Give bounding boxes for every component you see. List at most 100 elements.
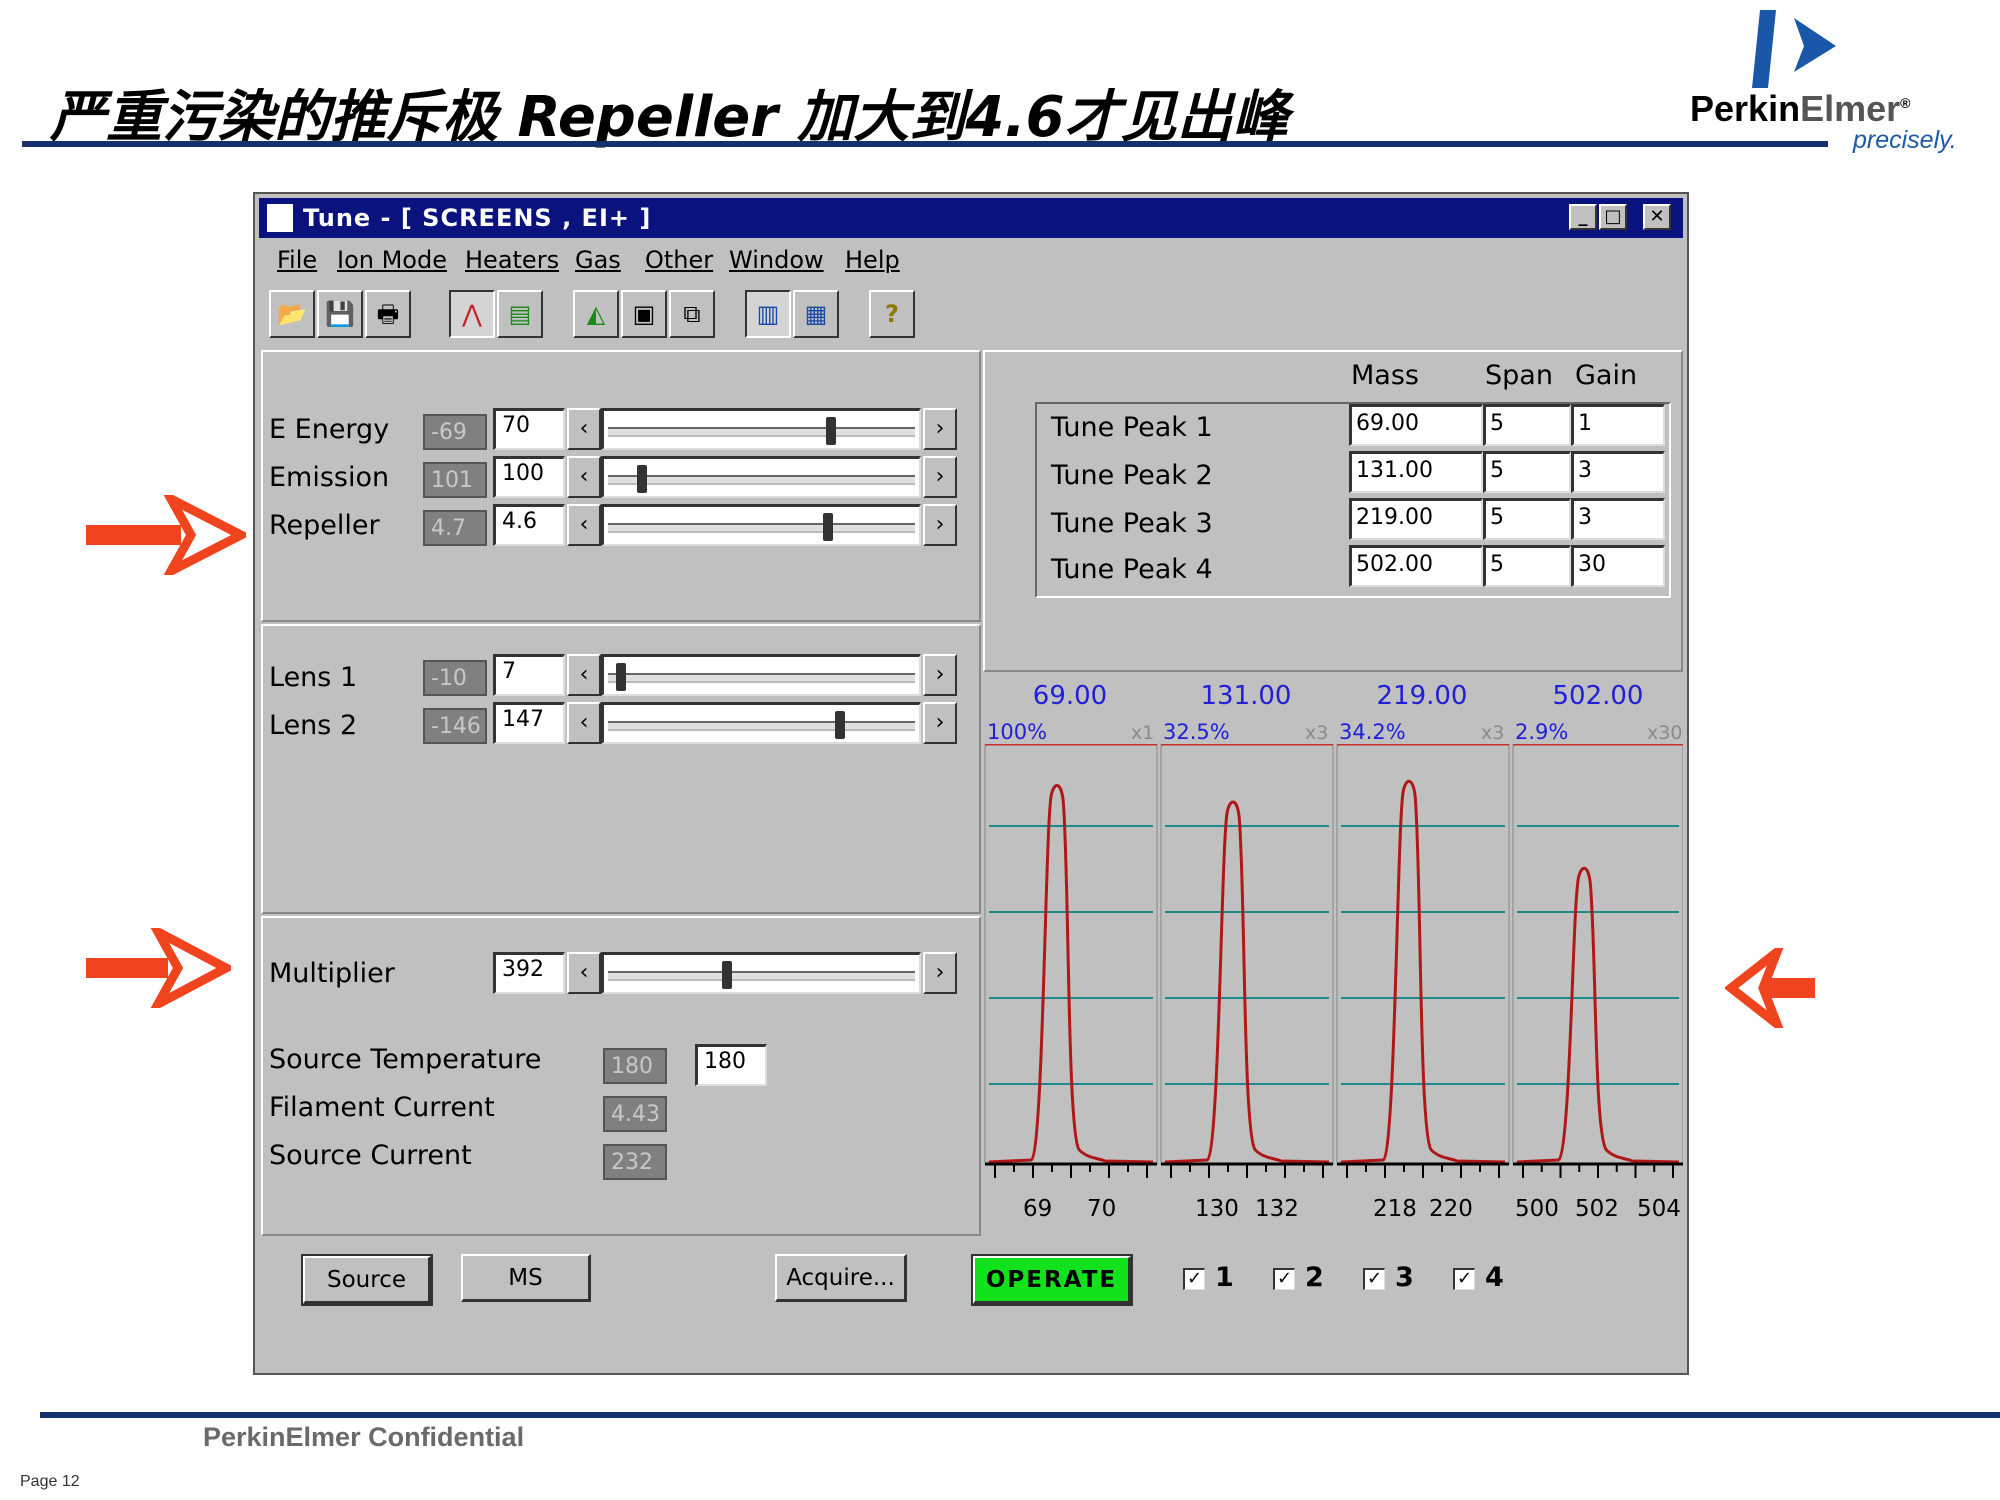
logo-tagline: precisely.: [1853, 126, 1957, 154]
minimize-button[interactable]: _: [1569, 204, 1597, 230]
emission-slider[interactable]: [601, 456, 921, 498]
multiplier-increase-button[interactable]: ›: [923, 952, 957, 994]
tune-peak-label: Tune Peak 2: [1051, 460, 1213, 491]
open-icon[interactable]: 📂: [269, 290, 315, 338]
bars-icon[interactable]: ▤: [497, 290, 543, 338]
span-input[interactable]: 5: [1483, 545, 1571, 587]
source-temperature-readback: 180: [603, 1048, 667, 1084]
lens-2-label: Lens 2: [269, 710, 358, 741]
menu-heaters[interactable]: Heaters: [465, 246, 559, 274]
mass-input[interactable]: 131.00: [1349, 451, 1483, 493]
maximize-button[interactable]: □: [1599, 204, 1627, 230]
source-temperature-input[interactable]: 180: [695, 1044, 767, 1086]
gain-input[interactable]: 1: [1571, 404, 1665, 446]
peak-2-tick-label: 132: [1255, 1196, 1299, 1222]
peak-4-multiplier: x30: [1647, 722, 1683, 744]
e-energy-input[interactable]: 70: [493, 408, 565, 450]
slider-thumb[interactable]: [823, 513, 834, 541]
scale-icon[interactable]: ▦: [793, 290, 839, 338]
emission-label: Emission: [269, 462, 390, 493]
repeller-increase-button[interactable]: ›: [923, 504, 957, 546]
ms-button[interactable]: MS: [461, 1254, 591, 1302]
peak-4-checkbox[interactable]: ✓: [1453, 1268, 1475, 1290]
lens-1-increase-button[interactable]: ›: [923, 654, 957, 696]
arrow-right-icon: [86, 928, 231, 1008]
menu-help[interactable]: Help: [845, 246, 900, 274]
emission-input[interactable]: 100: [493, 456, 565, 498]
filament-current-readback: 4.43: [603, 1096, 667, 1132]
peak-1-check-label: 1: [1215, 1262, 1234, 1293]
save-icon[interactable]: 💾: [317, 290, 363, 338]
lens-1-input[interactable]: 7: [493, 654, 565, 696]
span-input[interactable]: 5: [1483, 451, 1571, 493]
mass-input[interactable]: 69.00: [1349, 404, 1483, 446]
peak-2-checkbox[interactable]: ✓: [1273, 1268, 1295, 1290]
repeller-slider[interactable]: [601, 504, 921, 546]
mass-input[interactable]: 219.00: [1349, 498, 1483, 540]
peak-icon[interactable]: ⋀: [449, 290, 495, 338]
peak-1-mass: 69.00: [1032, 681, 1108, 711]
multiplier-input[interactable]: 392: [493, 952, 565, 994]
peak-4-tick-label: 504: [1637, 1196, 1681, 1222]
acquire-button[interactable]: Acquire...: [775, 1254, 907, 1302]
peak-1-checkbox[interactable]: ✓: [1183, 1268, 1205, 1290]
lens-1-decrease-button[interactable]: ‹: [567, 654, 601, 696]
graph-icon[interactable]: ▣: [621, 290, 667, 338]
close-button[interactable]: ✕: [1643, 204, 1671, 230]
span-input[interactable]: 5: [1483, 404, 1571, 446]
peak-4-tick-label: 500: [1515, 1196, 1559, 1222]
e-energy-slider[interactable]: [601, 408, 921, 450]
e-energy-label: E Energy: [269, 414, 390, 445]
gain-input[interactable]: 30: [1571, 545, 1665, 587]
peak-3-checkbox[interactable]: ✓: [1363, 1268, 1385, 1290]
mass-input[interactable]: 502.00: [1349, 545, 1483, 587]
multiplier-slider[interactable]: [601, 952, 921, 994]
peak-panel-bg: [1336, 744, 1510, 1165]
repeller-input[interactable]: 4.6: [493, 504, 565, 546]
lens-1-slider[interactable]: [601, 654, 921, 696]
readback-icon[interactable]: ▥: [745, 290, 791, 338]
peak-4-tick-label: 502: [1575, 1196, 1619, 1222]
lens-2-increase-button[interactable]: ›: [923, 702, 957, 744]
multiplier-label: Multiplier: [269, 958, 395, 989]
print-icon[interactable]: 🖶: [365, 290, 411, 338]
slider-thumb[interactable]: [826, 417, 837, 445]
span-input[interactable]: 5: [1483, 498, 1571, 540]
operate-button[interactable]: OPERATE: [971, 1254, 1133, 1306]
slider-thumb[interactable]: [722, 961, 733, 989]
slider-thumb[interactable]: [834, 711, 845, 739]
menu-other[interactable]: Other: [645, 246, 713, 274]
source-button[interactable]: Source: [301, 1254, 433, 1306]
menu-file[interactable]: File: [277, 246, 317, 274]
title-bar[interactable]: Tune - [ SCREENS , EI+ ] _ □ ✕: [259, 198, 1683, 238]
footer-confidential: PerkinElmer Confidential: [203, 1422, 525, 1452]
app-icon[interactable]: [267, 204, 293, 232]
source-temperature-label: Source Temperature: [269, 1044, 542, 1075]
link-icon[interactable]: ⧉: [669, 290, 715, 338]
slider-thumb[interactable]: [636, 465, 647, 493]
slider-thumb[interactable]: [615, 663, 626, 691]
menu-ion-mode[interactable]: Ion Mode: [337, 246, 447, 274]
spectrum-icon[interactable]: ◭: [573, 290, 619, 338]
menu-gas[interactable]: Gas: [575, 246, 621, 274]
emission-readback: 101: [423, 462, 487, 498]
emission-increase-button[interactable]: ›: [923, 456, 957, 498]
repeller-decrease-button[interactable]: ‹: [567, 504, 601, 546]
emission-decrease-button[interactable]: ‹: [567, 456, 601, 498]
peak-4-check-label: 4: [1485, 1262, 1504, 1293]
lens-2-readback: -146: [423, 708, 487, 744]
e-energy-increase-button[interactable]: ›: [923, 408, 957, 450]
lens-2-slider[interactable]: [601, 702, 921, 744]
gain-input[interactable]: 3: [1571, 451, 1665, 493]
e-energy-decrease-button[interactable]: ‹: [567, 408, 601, 450]
span-header: Span: [1485, 360, 1553, 391]
menu-window[interactable]: Window: [729, 246, 824, 274]
button-bar: Source MS Acquire... OPERATE ✓ 1 ✓ 2 ✓ 3…: [261, 1238, 1683, 1368]
help-icon[interactable]: ?: [869, 290, 915, 338]
lens-2-input[interactable]: 147: [493, 702, 565, 744]
lens-2-decrease-button[interactable]: ‹: [567, 702, 601, 744]
peak-4-mass: 502.00: [1552, 681, 1644, 711]
peak-2-tick-label: 130: [1195, 1196, 1239, 1222]
gain-input[interactable]: 3: [1571, 498, 1665, 540]
multiplier-decrease-button[interactable]: ‹: [567, 952, 601, 994]
